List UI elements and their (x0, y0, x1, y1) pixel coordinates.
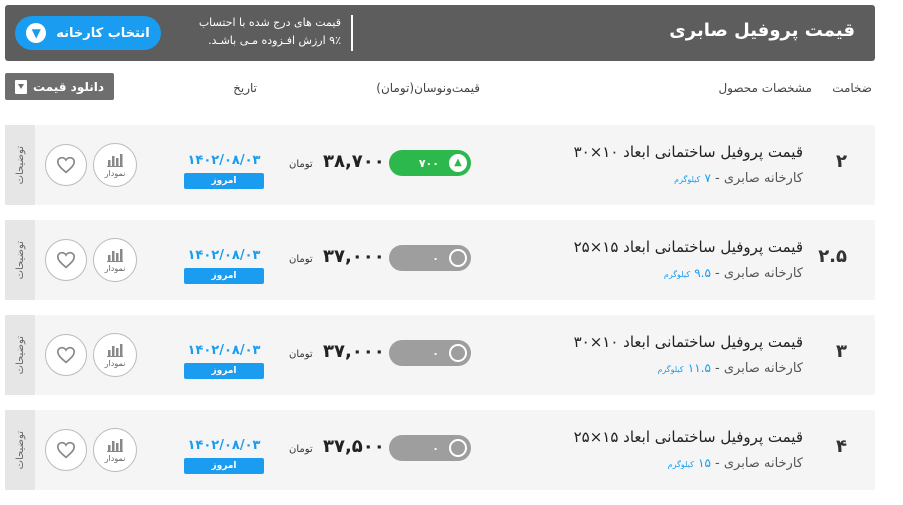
price-date: ۱۴۰۲/۰۸/۰۳ (187, 438, 261, 453)
notes-tab[interactable]: توضیحات (5, 125, 35, 205)
notes-tab-label: توضیحات (14, 240, 26, 280)
change-indicator-icon (449, 439, 467, 457)
favorite-button[interactable] (45, 334, 87, 376)
price-change-badge: ۷۰۰ ▲ (389, 150, 471, 176)
factory-name: کارخانه صابری - (710, 361, 803, 376)
factory-name: کارخانه صابری - (710, 266, 803, 281)
change-indicator-icon (449, 249, 467, 267)
chart-button[interactable]: نمودار (93, 143, 137, 187)
choose-factory-button[interactable]: انتخاب کارخانه ▼ (15, 16, 161, 50)
today-badge: امروز (184, 458, 264, 474)
weight-value: ۱۵ (698, 456, 711, 470)
page-title: قیمت پروفیل صابری (669, 20, 855, 41)
thickness-value: ۳ (836, 341, 847, 362)
price-row: ۲.۵ قیمت پروفیل ساختمانی ابعاد ۱۵×۲۵ کار… (35, 220, 875, 300)
favorite-button[interactable] (45, 239, 87, 281)
price-row: ۲ قیمت پروفیل ساختمانی ابعاد ۱۰×۳۰ کارخا… (35, 125, 875, 205)
bar-chart-icon (107, 438, 123, 452)
today-badge: امروز (184, 173, 264, 189)
weight-unit: کیلوگرم (657, 365, 684, 374)
weight-unit: کیلوگرم (663, 270, 691, 279)
chart-button[interactable]: نمودار (93, 238, 137, 282)
price-change-badge: ۰ (389, 435, 471, 461)
price-change-value: ۷۰۰ (418, 156, 439, 170)
price-value: ۳۸,۷۰۰ (323, 151, 385, 172)
price-unit: تومان (289, 254, 313, 265)
weight-value: ۱۱.۵ (687, 361, 711, 375)
price-value: ۳۷,۰۰۰ (323, 246, 385, 267)
favorite-button[interactable] (45, 429, 87, 471)
thickness-value: ۲.۵ (818, 246, 847, 267)
heart-icon (56, 251, 76, 269)
favorite-button[interactable] (45, 144, 87, 186)
notes-tab-label: توضیحات (14, 430, 26, 470)
product-factory: کارخانه صابری - ۱۵ کیلوگرم (668, 456, 803, 471)
today-badge: امروز (184, 363, 264, 379)
price-unit: تومان (289, 444, 313, 455)
price-change-badge: ۰ (389, 245, 471, 271)
price-change-badge: ۰ (389, 340, 471, 366)
thickness-value: ۴ (836, 436, 847, 457)
download-price-button[interactable]: دانلود قیمت (5, 73, 114, 100)
price-value: ۳۷,۵۰۰ (323, 436, 385, 457)
price-date: ۱۴۰۲/۰۸/۰۳ (187, 343, 261, 358)
price-row: ۳ قیمت پروفیل ساختمانی ابعاد ۱۰×۳۰ کارخا… (35, 315, 875, 395)
product-name[interactable]: قیمت پروفیل ساختمانی ابعاد ۱۰×۳۰ (574, 333, 803, 351)
bar-chart-icon (107, 153, 123, 167)
weight-value: ۹.۵ (694, 266, 711, 280)
price-row: ۴ قیمت پروفیل ساختمانی ابعاد ۱۵×۲۵ کارخا… (35, 410, 875, 490)
heart-icon (56, 441, 76, 459)
product-name[interactable]: قیمت پروفیل ساختمانی ابعاد ۱۵×۲۵ (574, 428, 803, 446)
product-factory: کارخانه صابری - ۹.۵ کیلوگرم (664, 266, 803, 281)
heart-icon (56, 156, 76, 174)
product-name[interactable]: قیمت پروفیل ساختمانی ابعاد ۱۵×۲۵ (574, 238, 803, 256)
thickness-value: ۲ (836, 151, 847, 172)
weight-unit: کیلوگرم (674, 175, 701, 184)
notes-tab-label: توضیحات (14, 335, 26, 375)
chart-button-label: نمودار (104, 453, 126, 463)
chart-button[interactable]: نمودار (93, 428, 137, 472)
product-name[interactable]: قیمت پروفیل ساختمانی ابعاد ۱۰×۳۰ (574, 143, 803, 161)
chevron-down-icon: ▼ (26, 23, 47, 43)
column-header-price: قیمت‌ونوسان(تومان) (376, 81, 480, 95)
product-factory: کارخانه صابری - ۱۱.۵ کیلوگرم (657, 361, 803, 376)
note-divider (351, 15, 353, 51)
price-date: ۱۴۰۲/۰۸/۰۳ (187, 153, 261, 168)
chart-button-label: نمودار (104, 168, 126, 178)
column-header-date: تاریخ (233, 81, 257, 95)
column-header-thickness: ضخامت (832, 81, 872, 95)
product-factory: کارخانه صابری - ۷ کیلوگرم (674, 171, 803, 186)
arrow-up-icon: ▲ (449, 154, 467, 172)
today-badge: امروز (184, 268, 264, 284)
factory-name: کارخانه صابری - (710, 456, 803, 471)
heart-icon (56, 346, 76, 364)
change-indicator-icon (449, 344, 467, 362)
price-change-value: ۰ (432, 346, 439, 360)
choose-factory-label: انتخاب کارخانه (56, 25, 150, 41)
price-unit: تومان (289, 159, 313, 170)
price-change-value: ۰ (432, 251, 439, 265)
bar-chart-icon (107, 343, 123, 357)
vat-note-line-1: قیمت های درج شده با احتساب (198, 16, 341, 29)
chart-button-label: نمودار (104, 358, 126, 368)
notes-tab[interactable]: توضیحات (5, 220, 35, 300)
price-change-value: ۰ (432, 441, 439, 455)
chart-button-label: نمودار (104, 263, 126, 273)
notes-tab[interactable]: توضیحات (5, 315, 35, 395)
price-unit: تومان (289, 349, 313, 360)
weight-unit: کیلوگرم (667, 460, 694, 469)
page-header: قیمت پروفیل صابری قیمت های درج شده با اح… (5, 5, 875, 61)
download-price-label: دانلود قیمت (32, 79, 105, 94)
column-header-specs: مشخصات محصول (718, 81, 812, 95)
price-value: ۳۷,۰۰۰ (323, 341, 385, 362)
vat-note: قیمت های درج شده با احتساب ۹٪ ارزش افـزو… (171, 14, 341, 50)
price-date: ۱۴۰۲/۰۸/۰۳ (187, 248, 261, 263)
bar-chart-icon (107, 248, 123, 262)
notes-tab-label: توضیحات (14, 145, 26, 185)
chart-button[interactable]: نمودار (93, 333, 137, 377)
factory-name: کارخانه صابری - (710, 171, 803, 186)
download-icon (14, 79, 27, 94)
notes-tab[interactable]: توضیحات (5, 410, 35, 490)
vat-note-line-2: ۹٪ ارزش افـزوده مـی باشـد. (208, 34, 341, 47)
